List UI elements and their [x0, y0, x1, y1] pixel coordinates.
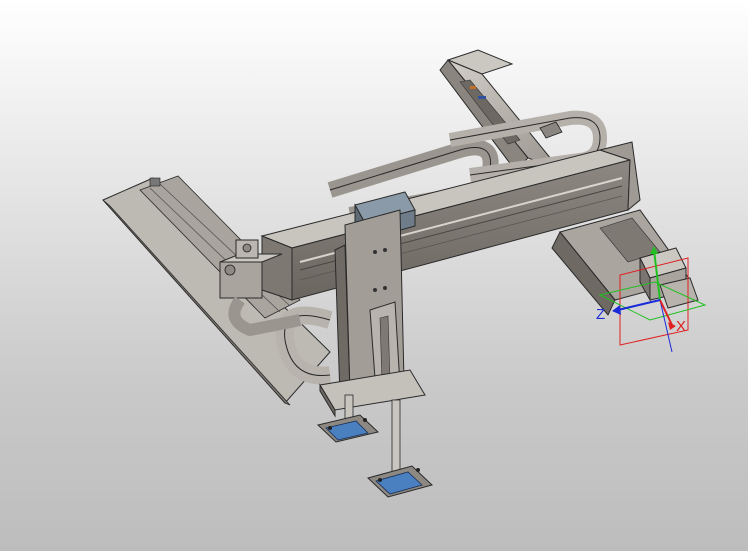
suction-gripper-right[interactable] [367, 399, 433, 498]
cad-3d-viewport[interactable]: Z X [0, 0, 748, 551]
right-servo-motor[interactable] [639, 247, 699, 309]
gantry-robot-model[interactable] [0, 0, 748, 551]
z-axis-label: Z [596, 306, 606, 323]
x-axis-label: X [676, 318, 687, 335]
